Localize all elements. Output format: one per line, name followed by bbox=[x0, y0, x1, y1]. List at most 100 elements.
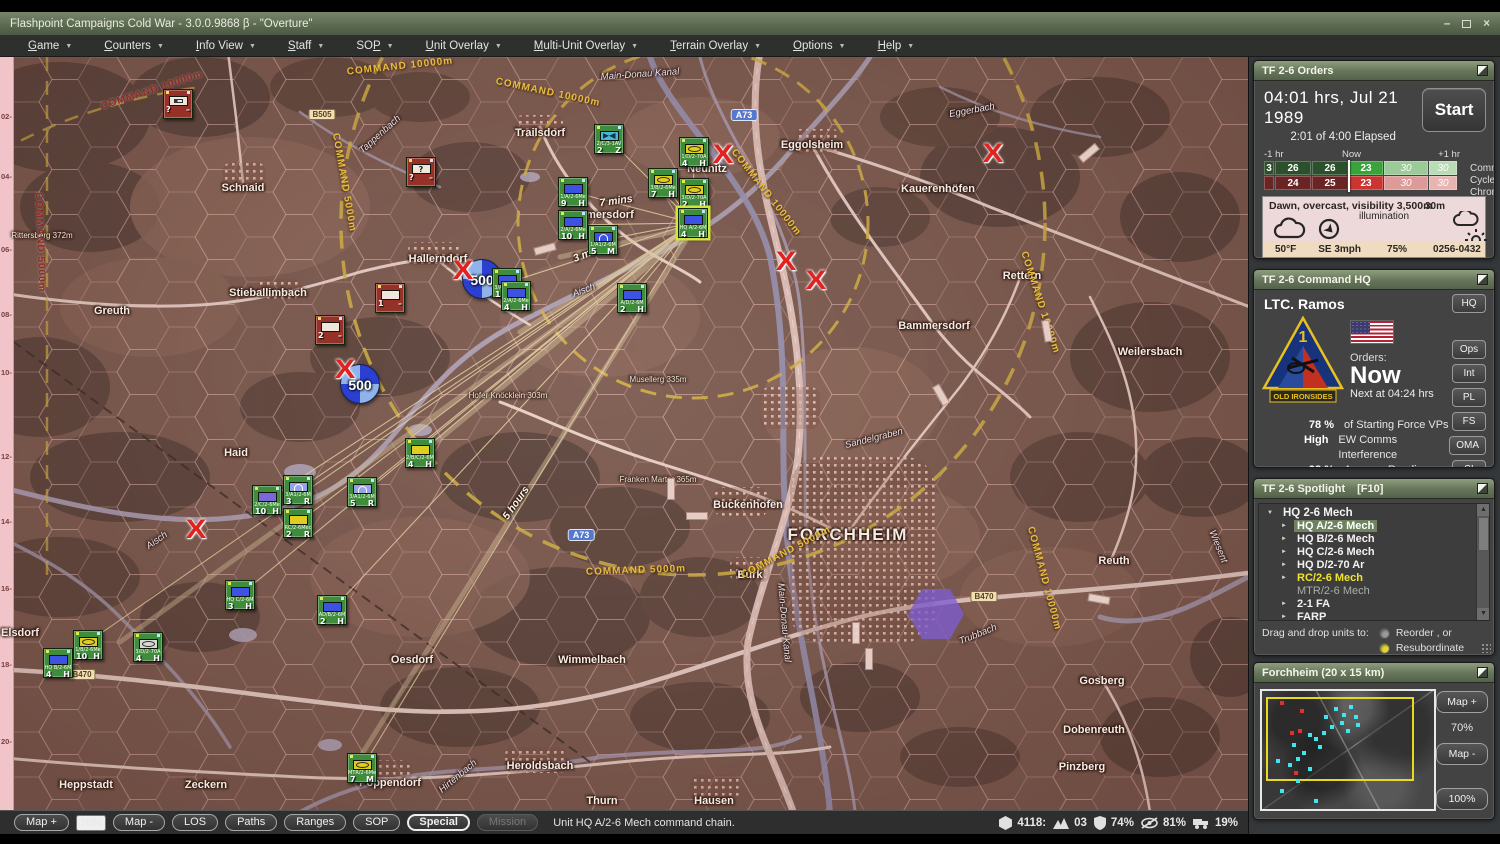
unit-counter[interactable]: 1/D/2-70A 4H bbox=[679, 137, 709, 167]
toolbar-button[interactable]: Special bbox=[407, 814, 470, 831]
unit-values: 7M bbox=[348, 776, 376, 784]
tree-chevron-icon[interactable]: ► bbox=[1279, 601, 1289, 607]
unit-tree-item[interactable]: ► HQ D/2-70 Ar bbox=[1265, 558, 1489, 571]
tree-chevron-icon[interactable]: ▼ bbox=[1265, 510, 1275, 516]
maximize-button[interactable] bbox=[1462, 20, 1471, 28]
unit-counter[interactable]: 2– bbox=[315, 315, 345, 345]
unit-counter[interactable]: 2/B/C/2-6M 4H bbox=[405, 438, 435, 468]
unit-symbol bbox=[684, 215, 703, 225]
hq-side-button[interactable]: PL bbox=[1452, 388, 1486, 407]
menu-item[interactable]: Unit Overlay ▼ bbox=[412, 38, 516, 55]
unit-tree-item[interactable]: ► HQ A/2-6 Mech bbox=[1265, 519, 1489, 532]
close-button[interactable]: × bbox=[1483, 18, 1490, 30]
resubordinate-option[interactable]: Resubordinate bbox=[1379, 642, 1464, 654]
hq-side-button[interactable]: Int bbox=[1452, 364, 1486, 383]
toolbar-button[interactable]: Ranges bbox=[284, 814, 346, 831]
scrollbar-thumb[interactable] bbox=[1478, 517, 1489, 551]
chevron-down-icon: ▼ bbox=[157, 43, 164, 50]
unit-counter[interactable]: ? ?– bbox=[406, 157, 436, 187]
unit-tree-item[interactable]: ► RC/2-6 Mech bbox=[1265, 571, 1489, 584]
tree-chevron-icon[interactable]: ► bbox=[1279, 523, 1289, 529]
tree-scrollbar[interactable]: ▲ ▼ bbox=[1476, 504, 1489, 620]
artillery-strike-marker[interactable]: 500 bbox=[340, 364, 380, 404]
toolbar-button[interactable]: Mission bbox=[477, 814, 538, 831]
unit-counter[interactable]: 2/A/2-6Me 4H bbox=[501, 281, 531, 311]
toolbar-button[interactable]: 70% bbox=[76, 815, 106, 831]
unit-counter[interactable]: 2/A/2-6Me 10H bbox=[558, 210, 588, 240]
reorder-option[interactable]: Reorder , or bbox=[1379, 627, 1464, 639]
menu-item[interactable]: Multi-Unit Overlay ▼ bbox=[520, 38, 652, 55]
unit-counter[interactable]: ?– bbox=[163, 89, 193, 119]
menu-item[interactable]: Options ▼ bbox=[779, 38, 860, 55]
toolbar-button[interactable]: Map - bbox=[113, 814, 165, 831]
scroll-up-icon[interactable]: ▲ bbox=[1477, 504, 1490, 516]
panel-collapse-icon[interactable] bbox=[1477, 274, 1488, 285]
unit-tree-item[interactable]: MTR/2-6 Mech bbox=[1265, 584, 1489, 597]
menu-item[interactable]: Terrain Overlay ▼ bbox=[656, 38, 775, 55]
unit-tree-item[interactable]: ► 2-1 FA bbox=[1265, 597, 1489, 610]
resize-grip[interactable] bbox=[1481, 643, 1491, 653]
unit-counter[interactable]: MTR/2-6Me 7M bbox=[347, 753, 377, 783]
hq-side-button[interactable]: FS bbox=[1452, 412, 1486, 431]
toolbar-button[interactable]: Map + bbox=[14, 814, 69, 831]
hq-side-button[interactable]: Ops bbox=[1452, 340, 1486, 359]
hq-side-button[interactable]: SI bbox=[1452, 460, 1486, 468]
start-button[interactable]: Start bbox=[1422, 88, 1486, 132]
unit-counter[interactable]: HQ B/2-6M 4H bbox=[43, 648, 73, 678]
toolbar-button[interactable]: LOS bbox=[172, 814, 218, 831]
minimap-viewport-rect[interactable] bbox=[1266, 697, 1414, 781]
tree-chevron-icon[interactable]: ► bbox=[1279, 549, 1289, 555]
command-hq-header[interactable]: TF 2-6 Command HQ bbox=[1254, 270, 1494, 290]
toolbar-button[interactable]: Paths bbox=[225, 814, 277, 831]
minimap[interactable] bbox=[1260, 689, 1436, 811]
radio-resubordinate[interactable] bbox=[1379, 643, 1390, 654]
panel-collapse-icon[interactable] bbox=[1477, 65, 1488, 76]
unit-counter[interactable]: 3/D/2-70A 2H bbox=[679, 178, 709, 208]
unit-counter[interactable]: 3/D/2-70A 4H bbox=[133, 632, 163, 662]
unit-values: 2– bbox=[316, 332, 344, 340]
toolbar-button[interactable]: SOP bbox=[353, 814, 400, 831]
unit-counter[interactable]: 3/B/2-6Me 7H bbox=[648, 168, 678, 198]
unit-counter[interactable]: HQ A/2-6M 4H bbox=[678, 208, 708, 238]
menu-item[interactable]: Counters ▼ bbox=[90, 38, 178, 55]
hq-side-button[interactable]: OMA bbox=[1449, 436, 1486, 455]
unit-tree-item[interactable]: ▼ HQ 2-6 Mech bbox=[1265, 506, 1489, 519]
panel-collapse-icon[interactable] bbox=[1477, 483, 1488, 494]
menu-item[interactable]: Staff ▼ bbox=[274, 38, 338, 55]
scroll-down-icon[interactable]: ▼ bbox=[1477, 608, 1490, 620]
tree-chevron-icon[interactable]: ► bbox=[1279, 614, 1289, 620]
minimap-zoom-in-button[interactable]: Map + bbox=[1436, 691, 1488, 713]
unit-counter[interactable]: HQ C/2-6M 3H bbox=[225, 580, 255, 610]
minimap-zoom-out-button[interactable]: Map - bbox=[1436, 743, 1488, 765]
unit-counter[interactable]: AD/B/2-6M 2H bbox=[317, 595, 347, 625]
minimap-header[interactable]: Forchheim (20 x 15 km) bbox=[1254, 663, 1494, 683]
unit-counter[interactable]: 2/C/2-6Me 10H bbox=[252, 485, 282, 515]
map-viewport[interactable]: 02-04-06-08-10-12-14-16-18-20- SchnaidTr… bbox=[0, 57, 1248, 812]
minimap-full-zoom-button[interactable]: 100% bbox=[1436, 788, 1488, 810]
tree-chevron-icon[interactable]: ► bbox=[1279, 575, 1289, 581]
menu-item[interactable]: Help ▼ bbox=[864, 38, 929, 55]
panel-collapse-icon[interactable] bbox=[1477, 667, 1488, 678]
menu-item[interactable]: Game ▼ bbox=[14, 38, 86, 55]
unit-counter[interactable]: 2/C/3-1AV 2Z bbox=[594, 124, 624, 154]
unit-counter[interactable]: 1/A/2-6Me 9H bbox=[558, 177, 588, 207]
unit-tree-item[interactable]: ► HQ B/2-6 Mech bbox=[1265, 532, 1489, 545]
radio-reorder[interactable] bbox=[1379, 628, 1390, 639]
unit-counter[interactable]: 1– bbox=[375, 283, 405, 313]
unit-counter[interactable]: 1/A1/2-6M 5M bbox=[588, 225, 618, 255]
hq-side-button[interactable]: HQ bbox=[1452, 294, 1486, 313]
unit-counter[interactable]: 1/B/2-6Me 10H bbox=[73, 630, 103, 660]
minimize-button[interactable]: – bbox=[1444, 18, 1450, 30]
spotlight-header[interactable]: TF 2-6 Spotlight [F10] bbox=[1254, 479, 1494, 499]
tree-chevron-icon[interactable]: ► bbox=[1279, 562, 1289, 568]
unit-counter[interactable]: A/D/2-6M 2H bbox=[617, 283, 647, 313]
unit-counter[interactable]: RC/2-6Mec 2R bbox=[283, 508, 313, 538]
tree-chevron-icon[interactable]: ► bbox=[1279, 536, 1289, 542]
unit-tree-item[interactable]: ► FARP bbox=[1265, 610, 1489, 621]
unit-tree-item[interactable]: ► HQ C/2-6 Mech bbox=[1265, 545, 1489, 558]
menu-item[interactable]: Info View ▼ bbox=[182, 38, 270, 55]
unit-counter[interactable]: 3/A1/2-6M 3R bbox=[283, 475, 313, 505]
orders-panel-header[interactable]: TF 2-6 Orders bbox=[1254, 61, 1494, 81]
unit-counter[interactable]: 3/A1/2-6M 5R bbox=[347, 477, 377, 507]
menu-item[interactable]: SOP ▼ bbox=[342, 38, 407, 55]
